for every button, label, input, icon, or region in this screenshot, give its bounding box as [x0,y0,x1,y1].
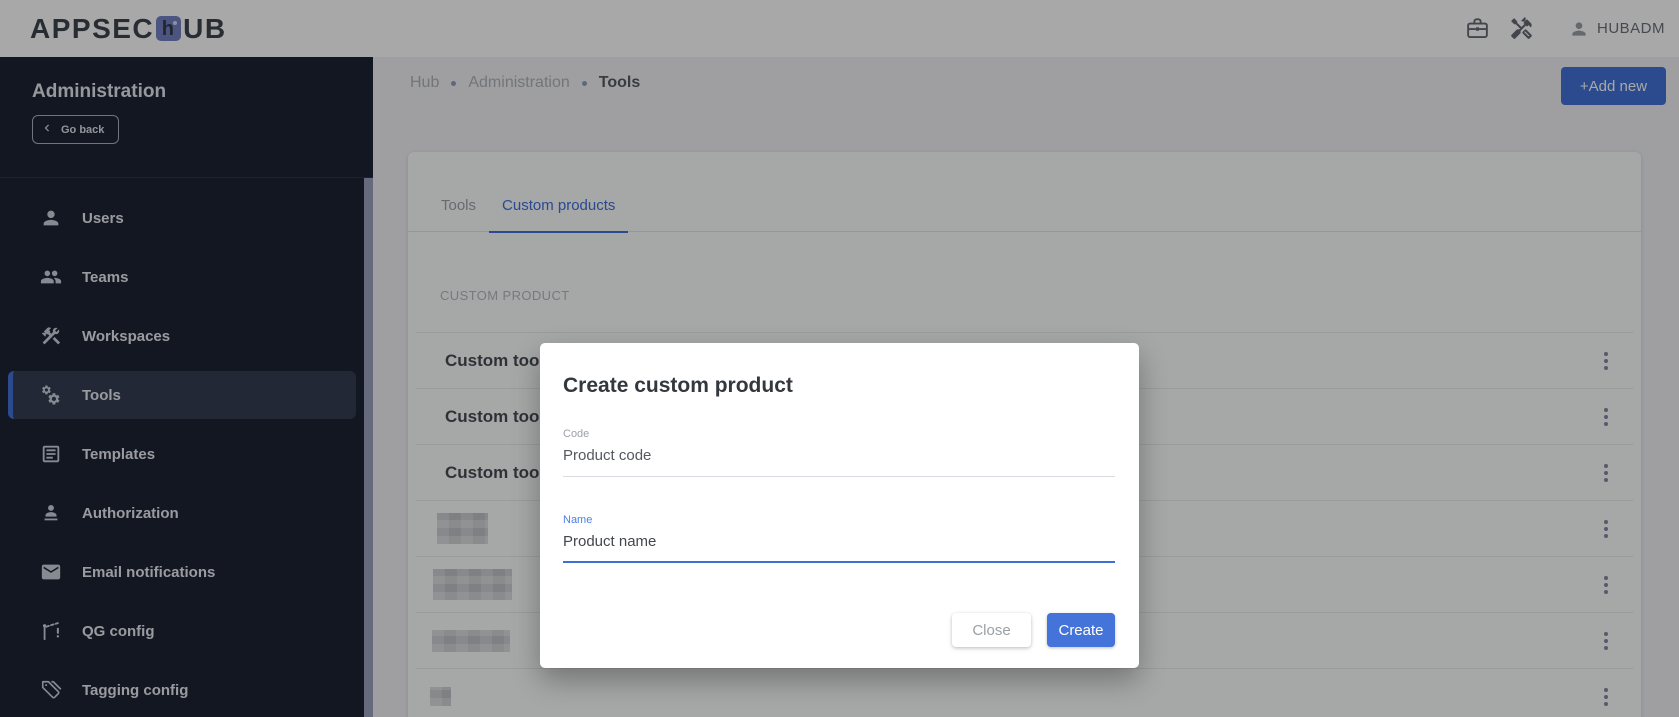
field-name: Name [563,514,1115,563]
create-product-modal: Create custom product Code Name Close Cre… [540,343,1139,668]
modal-actions: Close Create [952,613,1115,647]
name-input[interactable] [563,533,1115,550]
field-label: Name [563,514,593,526]
field-underline [563,440,1115,477]
app-root: APPSEC h UB HUBADM Administration Go bac… [0,0,1679,717]
field-label: Code [563,428,590,440]
modal-fields: Code Name [540,428,1139,563]
field-underline [563,526,1115,563]
field-code: Code [563,428,1115,477]
code-input[interactable] [563,447,1115,464]
create-button[interactable]: Create [1047,613,1115,647]
close-button[interactable]: Close [952,613,1031,647]
modal-title: Create custom product [563,374,793,397]
